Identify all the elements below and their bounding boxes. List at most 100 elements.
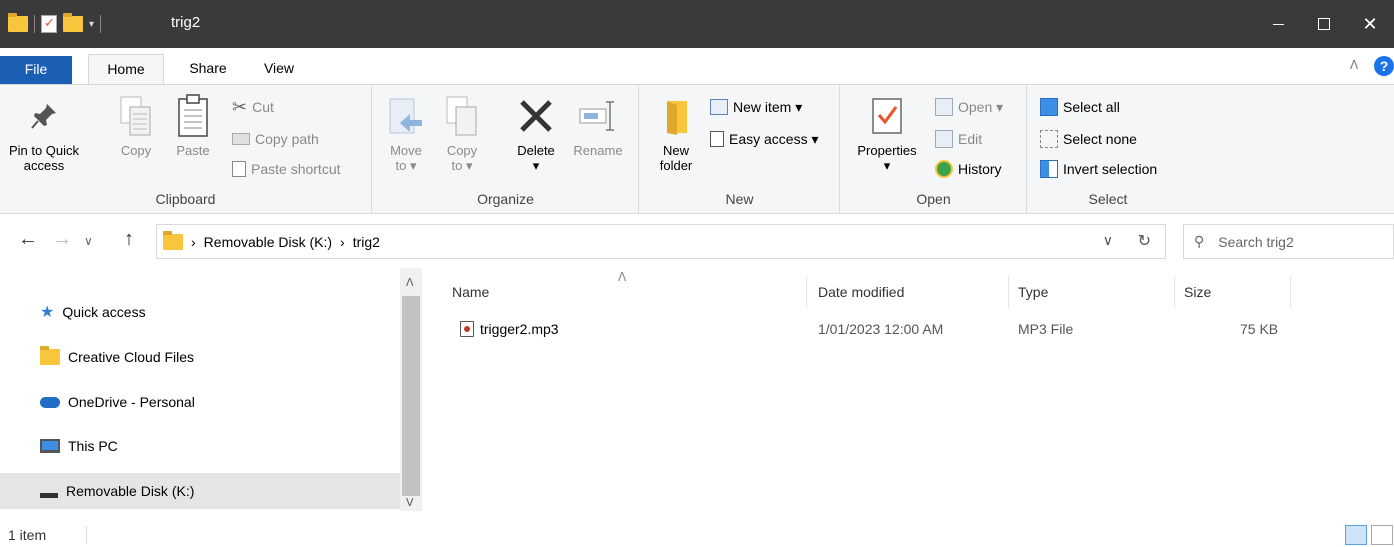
tab-share[interactable]: Share: [178, 54, 238, 84]
group-label-organize: Organize: [477, 191, 534, 207]
nav-item-this-pc[interactable]: This PC: [0, 428, 400, 464]
cloud-icon: [40, 396, 60, 408]
ribbon-tabs: File Home Share View: [0, 48, 1394, 85]
column-header-size[interactable]: Size: [1184, 284, 1211, 300]
column-header-type[interactable]: Type: [1018, 284, 1048, 300]
properties-icon[interactable]: [41, 15, 57, 33]
new-folder-icon[interactable]: [63, 13, 83, 32]
status-bar: 1 item: [0, 522, 1394, 547]
chevron-right-icon[interactable]: ›: [340, 234, 345, 250]
tab-file[interactable]: File: [0, 56, 72, 84]
toolbar-separator: [100, 15, 102, 33]
quick-access-toolbar: ▾: [8, 12, 102, 36]
sort-ascending-icon: ᐱ: [618, 270, 627, 284]
toolbar-separator: [34, 15, 35, 33]
large-icons-view-icon[interactable]: [1371, 525, 1393, 545]
chevron-down-icon[interactable]: ∨: [1103, 232, 1113, 249]
history-button[interactable]: History: [935, 157, 1002, 181]
paste-shortcut-button[interactable]: Paste shortcut: [232, 157, 341, 181]
paste-shortcut-icon: [232, 161, 246, 177]
up-arrow-icon[interactable]: ↑: [124, 228, 134, 251]
open-button[interactable]: Open ▾: [935, 95, 1003, 119]
new-folder-button[interactable]: New folder: [646, 91, 706, 173]
copy-path-icon: [232, 133, 250, 145]
tab-view[interactable]: View: [254, 54, 304, 84]
file-name-cell[interactable]: trigger2.mp3: [460, 321, 559, 337]
nav-item-onedrive[interactable]: OneDrive - Personal: [0, 384, 400, 420]
address-bar[interactable]: › Removable Disk (K:) › trig2 ∨ ↻: [156, 224, 1166, 259]
invert-selection-button[interactable]: Invert selection: [1040, 157, 1157, 181]
title-bar: ▾ trig2 ✕: [0, 0, 1394, 48]
maximize-icon: [1318, 18, 1330, 30]
column-divider[interactable]: [1174, 276, 1175, 308]
group-label-new: New: [725, 191, 754, 207]
rename-button[interactable]: Rename: [567, 91, 629, 158]
easy-access-icon: [710, 131, 724, 147]
properties-dropdown-icon[interactable]: ▾: [849, 158, 925, 173]
group-label-select: Select: [1088, 191, 1128, 207]
column-divider[interactable]: [806, 276, 807, 308]
date-modified-cell: 1/01/2023 12:00 AM: [818, 321, 944, 337]
copy-to-button[interactable]: Copy to ▾: [439, 91, 485, 173]
search-box[interactable]: ⚲ Search trig2: [1183, 224, 1394, 259]
new-item-button[interactable]: New item ▾: [710, 95, 802, 119]
nav-item-removable-disk[interactable]: Removable Disk (K:): [0, 473, 400, 509]
forward-arrow-icon[interactable]: →: [52, 228, 72, 251]
navigation-pane: ★ Quick access Creative Cloud Files OneD…: [0, 268, 422, 511]
audio-file-icon: [460, 321, 474, 337]
select-all-icon: [1040, 98, 1058, 116]
details-view-icon[interactable]: [1345, 525, 1367, 545]
copy-path-button[interactable]: Copy path: [232, 127, 319, 151]
scroll-down-icon[interactable]: ᐯ: [406, 496, 414, 509]
table-row[interactable]: trigger2.mp3 1/01/2023 12:00 AM MP3 File…: [444, 316, 1324, 344]
delete-button[interactable]: Delete ▾: [509, 91, 563, 173]
breadcrumb-item[interactable]: trig2: [353, 234, 380, 250]
select-all-button[interactable]: Select all: [1040, 95, 1120, 119]
properties-button[interactable]: Properties ▾: [849, 91, 925, 173]
copy-to-icon: [439, 91, 485, 141]
easy-access-button[interactable]: Easy access ▾: [710, 127, 819, 151]
column-divider[interactable]: [1008, 276, 1009, 308]
breadcrumb: › Removable Disk (K:) › trig2: [157, 230, 380, 250]
search-input[interactable]: Search trig2: [1218, 234, 1293, 250]
group-select: Select all Select none Invert selection …: [1028, 85, 1188, 213]
edit-button[interactable]: Edit: [935, 127, 982, 151]
cut-button[interactable]: ✂ Cut: [232, 95, 274, 119]
removable-drive-icon: [40, 492, 58, 498]
rename-icon: [567, 91, 629, 141]
pin-to-quick-access-button[interactable]: Pin to Quick access: [2, 91, 86, 173]
delete-icon: [509, 91, 563, 141]
column-divider[interactable]: [1290, 276, 1291, 308]
tab-home[interactable]: Home: [88, 54, 164, 85]
column-header-name[interactable]: Name: [452, 284, 489, 300]
close-icon: ✕: [1362, 13, 1378, 34]
paste-button[interactable]: Paste: [166, 91, 220, 158]
close-button[interactable]: ✕: [1347, 0, 1393, 48]
recent-locations-icon[interactable]: ∨: [84, 234, 93, 248]
select-none-button[interactable]: Select none: [1040, 127, 1137, 151]
scrollbar-thumb[interactable]: [402, 296, 420, 496]
back-arrow-icon[interactable]: ←: [18, 228, 38, 251]
column-header-date-modified[interactable]: Date modified: [818, 284, 904, 300]
breadcrumb-item[interactable]: Removable Disk (K:): [204, 234, 332, 250]
creative-cloud-folder-icon: [40, 346, 60, 365]
minimize-button[interactable]: [1255, 0, 1301, 48]
copy-icon: [112, 91, 160, 141]
nav-item-creative-cloud[interactable]: Creative Cloud Files: [0, 339, 400, 375]
properties-icon: [849, 91, 925, 141]
address-row: ← → ∨ ↑ › Removable Disk (K:) › trig2 ∨ …: [0, 214, 1394, 268]
refresh-icon[interactable]: ↻: [1138, 231, 1151, 251]
computer-icon: [40, 439, 60, 453]
window-title: trig2: [171, 14, 201, 31]
help-icon[interactable]: ?: [1374, 56, 1394, 76]
nav-pane-scrollbar[interactable]: ᐱ ᐯ: [400, 268, 422, 511]
customize-toolbar-icon[interactable]: ▾: [89, 19, 94, 30]
nav-item-quick-access[interactable]: ★ Quick access: [0, 294, 400, 330]
chevron-right-icon[interactable]: ›: [191, 234, 196, 250]
chevron-up-icon[interactable]: ᐱ: [1350, 58, 1358, 72]
maximize-button[interactable]: [1301, 0, 1347, 48]
delete-dropdown-icon[interactable]: ▾: [509, 158, 563, 173]
move-to-button[interactable]: Move to ▾: [383, 91, 429, 173]
scroll-up-icon[interactable]: ᐱ: [406, 276, 414, 289]
copy-button[interactable]: Copy: [112, 91, 160, 158]
